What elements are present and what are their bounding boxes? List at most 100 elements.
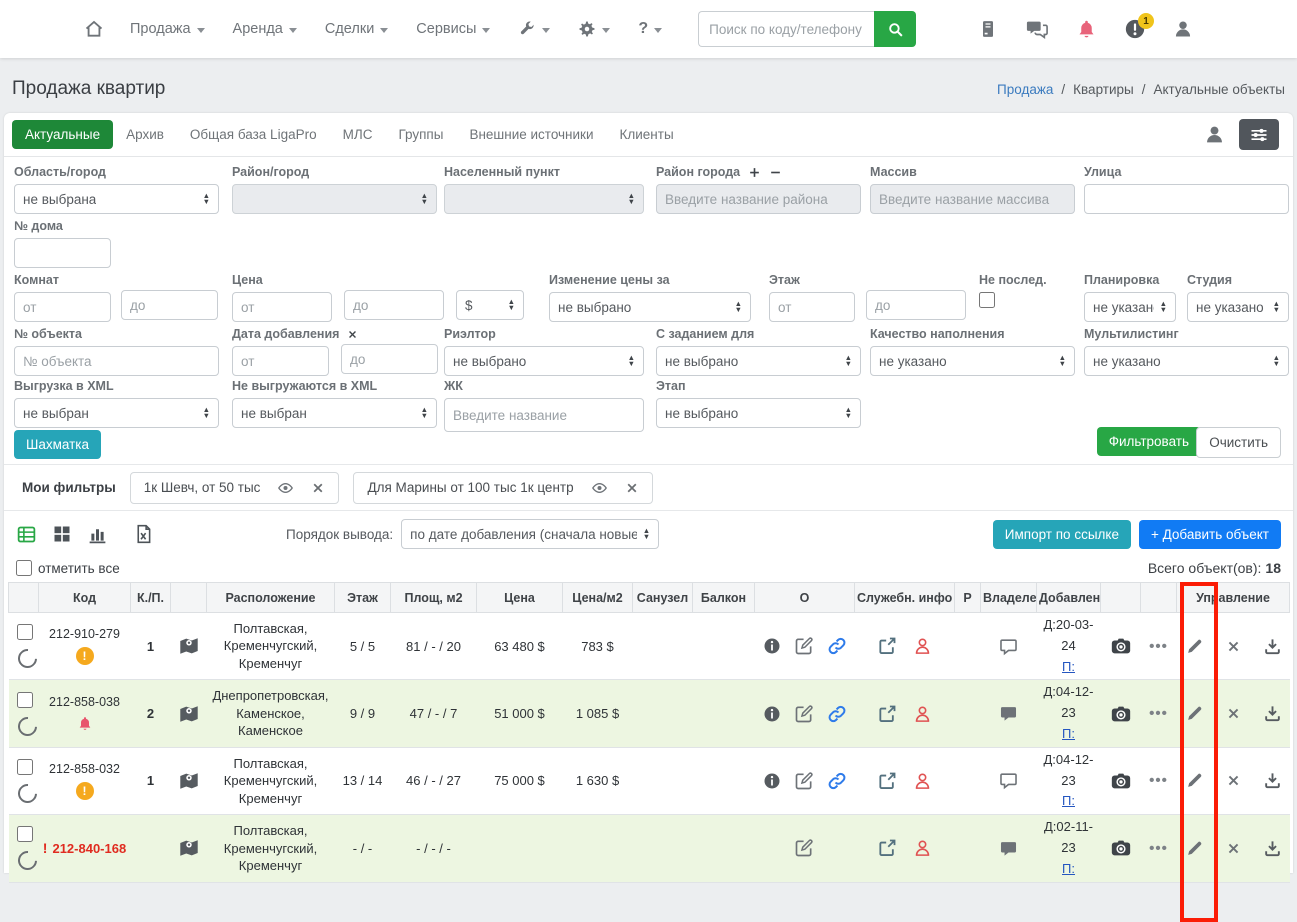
xml-upload-select[interactable]: не выбран	[14, 398, 219, 428]
download-icon[interactable]	[1263, 704, 1282, 723]
table-view-icon[interactable]	[16, 524, 37, 545]
camera-icon[interactable]	[1103, 703, 1139, 725]
info-icon[interactable]	[763, 772, 781, 790]
comment-bubble-icon[interactable]	[983, 771, 1035, 790]
object-no-input[interactable]	[14, 346, 219, 376]
tab-external-sources[interactable]: Внешние источники	[456, 120, 606, 149]
p-link[interactable]: П:	[1062, 726, 1075, 741]
object-code-urgent[interactable]: 212-840-168	[43, 840, 126, 856]
camera-icon[interactable]	[1103, 837, 1139, 859]
price-to-input[interactable]	[344, 290, 444, 320]
tab-actual[interactable]: Актуальные	[12, 120, 114, 149]
link-icon[interactable]	[827, 704, 847, 724]
tab-clients[interactable]: Клиенты	[607, 120, 687, 149]
warning-icon[interactable]	[75, 647, 94, 666]
edit-pencil-icon[interactable]	[1185, 704, 1204, 723]
profile-icon[interactable]	[1173, 19, 1193, 39]
view-filter-eye-icon[interactable]	[590, 480, 609, 496]
external-link-icon[interactable]	[877, 771, 897, 791]
status-circle-icon[interactable]	[13, 645, 39, 673]
download-icon[interactable]	[1263, 839, 1282, 858]
menu-services[interactable]: Сервисы	[416, 21, 491, 37]
multilisting-select[interactable]: не указано	[1084, 346, 1289, 376]
edit-pencil-icon[interactable]	[1185, 771, 1204, 790]
row-checkbox[interactable]	[16, 624, 33, 641]
rooms-from-input[interactable]	[14, 292, 111, 322]
link-icon[interactable]	[827, 636, 847, 656]
link-icon[interactable]	[827, 771, 847, 791]
menu-sale[interactable]: Продажа	[130, 21, 205, 37]
view-filter-eye-icon[interactable]	[276, 480, 295, 496]
select-all-checkbox[interactable]	[16, 560, 32, 576]
add-object-button[interactable]: + Добавить объект	[1138, 519, 1281, 549]
owner-person-icon[interactable]	[913, 704, 932, 724]
more-actions-icon[interactable]	[1149, 705, 1168, 722]
chart-view-icon[interactable]	[87, 524, 108, 545]
owner-person-icon[interactable]	[913, 636, 932, 656]
status-circle-icon[interactable]	[13, 712, 39, 740]
row-checkbox[interactable]	[16, 691, 33, 708]
breadcrumb-link-sale[interactable]: Продажа	[997, 82, 1053, 97]
clear-date-icon[interactable]	[347, 329, 358, 340]
delete-x-icon[interactable]	[1226, 841, 1241, 856]
task-for-select[interactable]: не выбрано	[656, 346, 861, 376]
import-by-link-button[interactable]: Импорт по ссылке	[992, 519, 1131, 549]
add-district-icon[interactable]	[748, 166, 761, 179]
camera-icon[interactable]	[1103, 770, 1139, 792]
info-icon[interactable]	[763, 637, 781, 655]
complex-input[interactable]	[444, 398, 644, 432]
tab-archive[interactable]: Архив	[113, 120, 177, 149]
p-link[interactable]: П:	[1062, 659, 1075, 674]
edit-pencil-icon[interactable]	[1185, 839, 1204, 858]
realtor-select[interactable]: не выбрано	[444, 346, 644, 376]
map-icon[interactable]	[173, 635, 205, 657]
notifications-bell-icon[interactable]	[1076, 18, 1097, 40]
owner-person-icon[interactable]	[913, 771, 932, 791]
date-from-input[interactable]	[232, 346, 329, 376]
menu-tools[interactable]	[518, 20, 551, 38]
price-change-select[interactable]: не выбрано	[549, 292, 751, 322]
edit-note-icon[interactable]	[794, 636, 814, 656]
currency-select[interactable]: $	[456, 290, 524, 320]
quality-select[interactable]: не указано	[870, 346, 1075, 376]
download-icon[interactable]	[1263, 637, 1282, 656]
rooms-to-input[interactable]	[121, 290, 218, 320]
more-actions-icon[interactable]	[1149, 772, 1168, 789]
row-checkbox[interactable]	[16, 758, 33, 775]
alerts-icon[interactable]: 1	[1124, 13, 1154, 40]
remove-district-icon[interactable]	[769, 166, 782, 179]
status-circle-icon[interactable]	[13, 847, 39, 875]
edit-note-icon[interactable]	[794, 704, 814, 724]
object-code[interactable]: 212-910-279	[49, 627, 120, 641]
filter-settings-button[interactable]	[1239, 119, 1279, 150]
stage-select[interactable]: не выбрано	[656, 398, 861, 428]
map-icon[interactable]	[173, 770, 205, 792]
contact-person-icon[interactable]	[1204, 124, 1225, 145]
camera-icon[interactable]	[1103, 635, 1139, 657]
bell-alert-icon[interactable]	[77, 715, 93, 732]
filter-clear-button[interactable]: Очистить	[1196, 427, 1281, 458]
street-input[interactable]	[1084, 184, 1289, 214]
p-link[interactable]: П:	[1062, 793, 1075, 808]
delete-x-icon[interactable]	[1226, 706, 1241, 721]
tab-groups[interactable]: Группы	[385, 120, 456, 149]
region-select[interactable]: не выбрана	[14, 184, 219, 214]
grid-view-icon[interactable]	[52, 524, 72, 544]
price-from-input[interactable]	[232, 292, 332, 322]
comment-bubble-icon[interactable]	[983, 839, 1035, 858]
not-last-checkbox[interactable]	[979, 292, 995, 308]
more-actions-icon[interactable]	[1149, 840, 1168, 857]
external-link-icon[interactable]	[877, 636, 897, 656]
info-icon[interactable]	[763, 705, 781, 723]
delete-filter-icon[interactable]	[625, 481, 639, 495]
menu-rent[interactable]: Аренда	[233, 21, 297, 37]
edit-note-icon[interactable]	[794, 838, 814, 858]
menu-deals[interactable]: Сделки	[325, 21, 389, 37]
comment-bubble-icon[interactable]	[983, 704, 1035, 723]
map-icon[interactable]	[173, 837, 205, 859]
filter-apply-button[interactable]: Фильтровать	[1096, 427, 1201, 456]
external-link-icon[interactable]	[877, 704, 897, 724]
messages-icon[interactable]	[1025, 18, 1049, 40]
saved-filter-chip[interactable]: 1к Шевч, от 50 тыс	[129, 471, 340, 504]
edit-pencil-icon[interactable]	[1185, 637, 1204, 656]
